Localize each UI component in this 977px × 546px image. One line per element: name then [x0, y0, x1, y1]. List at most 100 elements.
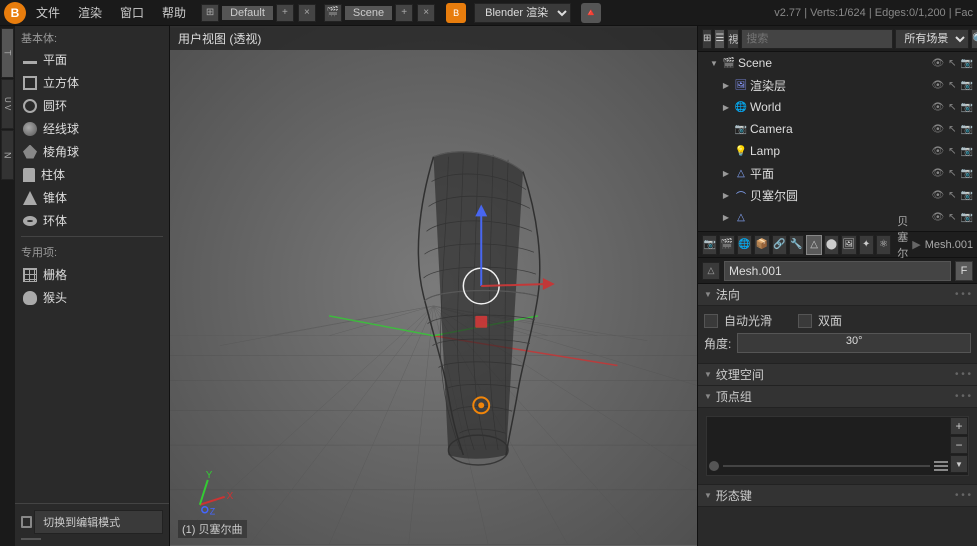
sidebar-item-monkey[interactable]: 猴头: [15, 286, 169, 309]
section-shapekeys-header[interactable]: ▼ 形态键 • • •: [698, 485, 977, 507]
tree-item-extra[interactable]: ▶ △ 👁 ↖ 📷: [698, 206, 977, 228]
render-icon-world[interactable]: 📷: [961, 102, 973, 113]
tree-item-world[interactable]: ▶ 🌐 World 👁 ↖ 📷: [698, 96, 977, 118]
tree-item-lamp[interactable]: 💡 Lamp 👁 ↖ 📷: [698, 140, 977, 162]
vgroup-add-btn[interactable]: +: [950, 417, 968, 435]
cursor-icon-cam[interactable]: ↖: [948, 124, 956, 135]
cursor-icon-world[interactable]: ↖: [948, 102, 956, 113]
angle-field[interactable]: 30°: [737, 333, 971, 353]
tree-arrow-lamp[interactable]: [720, 145, 732, 157]
render-icon-extra[interactable]: 📷: [961, 212, 973, 223]
cursor-icon-rl[interactable]: ↖: [948, 80, 956, 91]
props-btn-data[interactable]: △: [806, 235, 821, 255]
props-btn-particles[interactable]: ✦: [859, 235, 874, 255]
tree-arrow-world[interactable]: ▶: [720, 101, 732, 113]
sidebar-item-plane[interactable]: 平面: [15, 48, 169, 71]
render-icon-bezier[interactable]: 📷: [961, 190, 973, 201]
search-icon[interactable]: 🔍: [971, 29, 977, 49]
engine-select[interactable]: Blender 渲染: [474, 3, 571, 23]
add-scene-btn[interactable]: +: [395, 4, 413, 22]
props-btn-constraints[interactable]: 🔗: [772, 235, 787, 255]
close-layout-btn[interactable]: ×: [298, 4, 316, 22]
render-icon-rl[interactable]: 📷: [961, 80, 973, 91]
close-scene-btn[interactable]: ×: [417, 4, 435, 22]
doubleface-checkbox[interactable]: [798, 314, 812, 328]
cursor-icon-extra[interactable]: ↖: [948, 212, 956, 223]
eye-icon-extra[interactable]: 👁: [931, 212, 944, 223]
section-texspace-header[interactable]: ▼ 纹理空间 • • •: [698, 364, 977, 386]
sidebar-label-uvsphere: 经线球: [43, 120, 79, 137]
menu-file[interactable]: 文件: [28, 2, 68, 23]
tree-item-camera[interactable]: 📷 Camera 👁 ↖ 📷: [698, 118, 977, 140]
tree-item-renderlayer[interactable]: ▶ 🖼 渲染层 👁 ↖ 📷: [698, 74, 977, 96]
layout-icon[interactable]: ⊞: [201, 4, 219, 22]
tree-item-scene[interactable]: ▼ 🎬 Scene 👁 ↖ 📷: [698, 52, 977, 74]
eye-icon-plane[interactable]: 👁: [931, 168, 944, 179]
tab-default[interactable]: Default: [222, 6, 273, 20]
render-icon-plane[interactable]: 📷: [961, 168, 973, 179]
sidebar-item-circle[interactable]: 圆环: [15, 94, 169, 117]
props-btn-world[interactable]: 🌐: [737, 235, 752, 255]
props-btn-render[interactable]: 📷: [702, 235, 717, 255]
viewport[interactable]: 用户视图 (透视) +: [170, 26, 697, 546]
tree-item-bezier[interactable]: ▶ ⌒ 贝塞尔圆 👁 ↖ 📷: [698, 184, 977, 206]
render-icon-cam[interactable]: 📷: [961, 124, 973, 135]
outliner-search[interactable]: [741, 29, 893, 49]
vgroup-settings-btn[interactable]: ▼: [950, 455, 968, 473]
props-btn-texture[interactable]: 🖼: [841, 235, 856, 255]
sidebar-item-uvsphere[interactable]: 经线球: [15, 117, 169, 140]
menu-help[interactable]: 帮助: [154, 2, 194, 23]
outliner-icon-btn[interactable]: ⊞: [702, 29, 712, 49]
menu-window[interactable]: 窗口: [112, 2, 152, 23]
scene-dropdown[interactable]: 所有场景: [895, 29, 969, 49]
tree-arrow-scene[interactable]: ▼: [708, 57, 720, 69]
sidebar-item-cube[interactable]: 立方体: [15, 71, 169, 94]
tree-arrow-bezier[interactable]: ▶: [720, 189, 732, 201]
sidebar-item-icosphere[interactable]: 棱角球: [15, 140, 169, 163]
mesh-name-input[interactable]: [724, 261, 951, 281]
props-btn-scene[interactable]: 🎬: [719, 235, 734, 255]
tree-arrow-plane[interactable]: ▶: [720, 167, 732, 179]
eye-icon-bezier[interactable]: 👁: [931, 190, 944, 201]
vert-tab-tools[interactable]: T: [1, 28, 14, 78]
sidebar-item-cone[interactable]: 锥体: [15, 186, 169, 209]
extra-icon: △: [734, 210, 748, 224]
sidebar-item-grid[interactable]: 栅格: [15, 263, 169, 286]
eye-icon-scene[interactable]: 👁: [931, 58, 944, 69]
outliner-list-btn[interactable]: ☰: [714, 29, 725, 49]
scene-icon[interactable]: 🎬: [324, 4, 342, 22]
outliner-view-btn[interactable]: 視: [727, 29, 739, 49]
props-btn-material[interactable]: ⬤: [824, 235, 839, 255]
vert-tab-n[interactable]: N: [1, 130, 14, 180]
sidebar-item-cylinder[interactable]: 柱体: [15, 163, 169, 186]
mode-switch-button[interactable]: 切换到编辑模式: [34, 510, 163, 534]
eye-icon-lamp[interactable]: 👁: [931, 146, 944, 157]
props-btn-physics[interactable]: ⚛: [876, 235, 891, 255]
render-icon-scene[interactable]: 📷: [961, 58, 973, 69]
tree-arrow-camera[interactable]: [720, 123, 732, 135]
menu-render[interactable]: 渲染: [70, 2, 110, 23]
tree-item-plane[interactable]: ▶ △ 平面 👁 ↖ 📷: [698, 162, 977, 184]
sidebar-item-torus[interactable]: 环体: [15, 209, 169, 232]
vert-tab-uv[interactable]: U V: [1, 79, 14, 129]
cursor-icon-plane[interactable]: ↖: [948, 168, 956, 179]
section-vgroup-header[interactable]: ▼ 顶点组 • • •: [698, 386, 977, 408]
cursor-icon-bezier[interactable]: ↖: [948, 190, 956, 201]
vgroup-remove-btn[interactable]: −: [950, 436, 968, 454]
eye-icon-rl[interactable]: 👁: [931, 80, 944, 91]
mesh-fake-user-btn[interactable]: F: [955, 261, 973, 281]
props-btn-modifier[interactable]: 🔧: [789, 235, 804, 255]
tree-arrow-renderlayer[interactable]: ▶: [720, 79, 732, 91]
tab-scene[interactable]: Scene: [345, 6, 392, 20]
render-icon-lamp[interactable]: 📷: [961, 146, 973, 157]
cursor-icon-lamp[interactable]: ↖: [948, 146, 956, 157]
autosmooth-checkbox[interactable]: [704, 314, 718, 328]
cursor-icon-scene[interactable]: ↖: [948, 58, 956, 69]
eye-icon-cam[interactable]: 👁: [931, 124, 944, 135]
add-layout-btn[interactable]: +: [276, 4, 294, 22]
props-btn-object[interactable]: 📦: [754, 235, 769, 255]
eye-icon-world[interactable]: 👁: [931, 102, 944, 113]
tree-arrow-extra[interactable]: ▶: [720, 211, 732, 223]
blender-logo[interactable]: B: [4, 2, 26, 24]
section-normals-header[interactable]: ▼ 法向 • • •: [698, 284, 977, 306]
